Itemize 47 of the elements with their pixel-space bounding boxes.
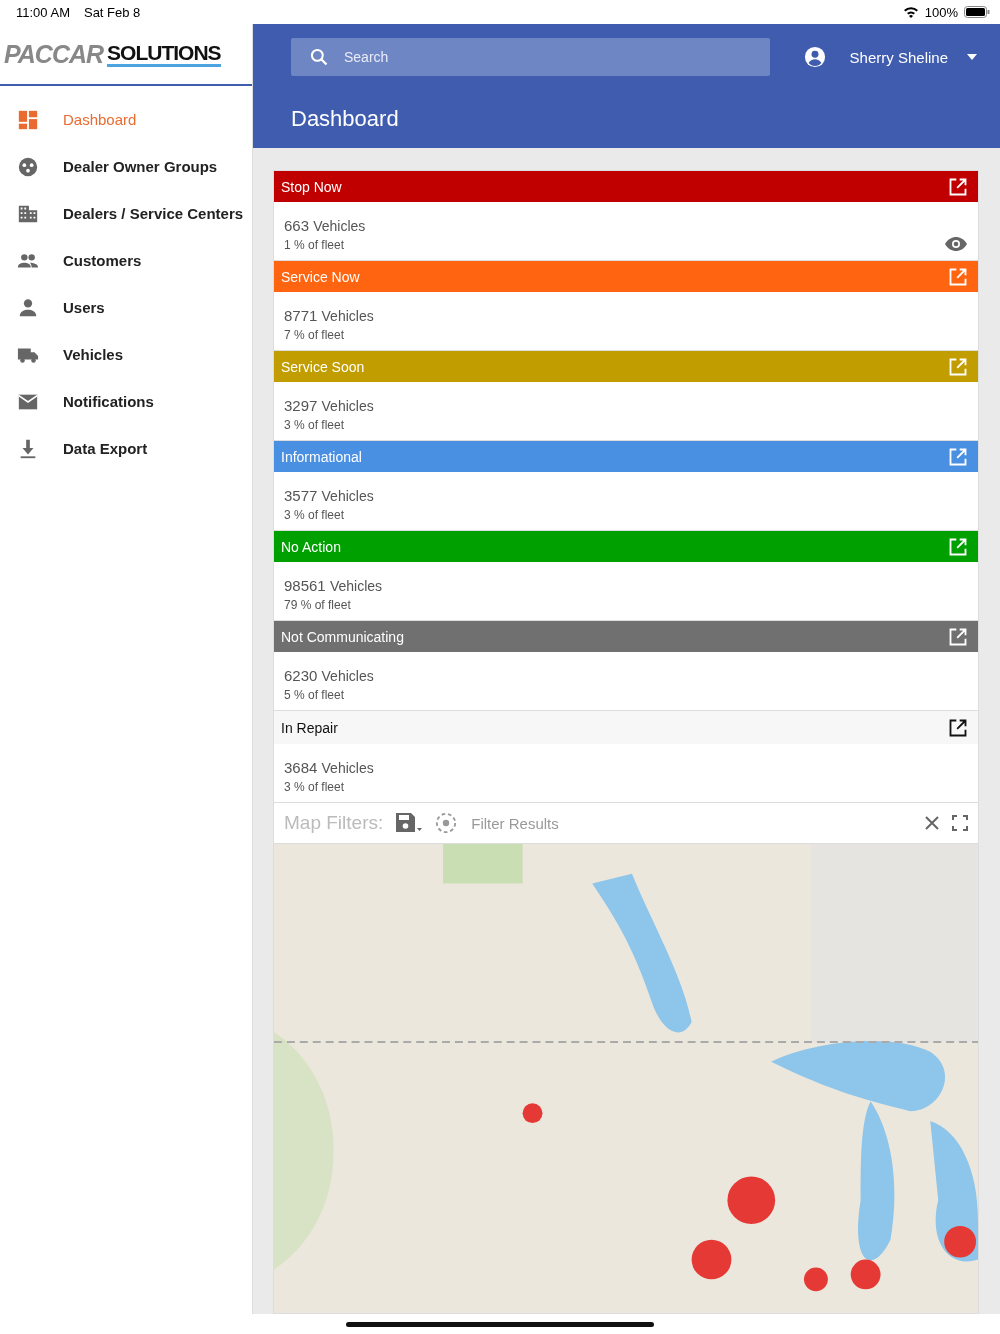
open-external-icon[interactable] [948, 176, 968, 197]
fleet-share: 79 % of fleet [284, 598, 352, 612]
location-icon[interactable] [435, 812, 458, 834]
save-icon[interactable] [395, 812, 424, 834]
status-header[interactable]: In Repair [274, 711, 978, 744]
fleet-share: 3 % of fleet [284, 780, 346, 794]
eye-icon[interactable] [944, 236, 968, 252]
fleet-share: 5 % of fleet [284, 688, 346, 702]
status-time: 11:00 AM [16, 4, 70, 20]
vehicle-count: 98561 Vehicles [284, 577, 383, 594]
status-header[interactable]: Stop Now [274, 171, 978, 202]
sidebar-item[interactable]: Users [0, 284, 252, 331]
battery-icon [964, 6, 990, 18]
sidebar-item[interactable]: Dealer Owner Groups [0, 143, 252, 190]
search-icon [309, 47, 329, 67]
search-field[interactable]: Search [291, 38, 770, 76]
sidebar-item[interactable]: Vehicles [0, 331, 252, 378]
account-icon [803, 46, 826, 68]
vehicle-count: 3684 Vehicles [284, 759, 374, 776]
vehicle-count: 6230 Vehicles [284, 667, 374, 684]
fleet-share: 7 % of fleet [284, 328, 346, 342]
dashboard-icon [17, 108, 39, 131]
close-icon[interactable] [924, 815, 940, 831]
user-menu[interactable]: Sherry Sheline [803, 46, 978, 68]
caret-icon [966, 53, 978, 61]
open-external-icon[interactable] [948, 717, 968, 738]
vehicle-count: 3297 Vehicles [284, 397, 374, 414]
wifi-icon [902, 6, 919, 18]
palette-icon [17, 155, 39, 178]
sidebar-item[interactable]: Dealers / Service Centers [0, 190, 252, 237]
status-date: Sat Feb 8 [83, 4, 141, 20]
battery-percent: 100% [924, 4, 958, 20]
page-title: Dashboard [291, 106, 400, 132]
fleet-share: 1 % of fleet [284, 238, 346, 252]
fullscreen-icon[interactable] [952, 815, 968, 831]
vehicle-count: 663 Vehicles [284, 217, 366, 234]
fleet-share: 3 % of fleet [284, 508, 346, 522]
sidebar-item[interactable]: Data Export [0, 425, 252, 472]
fleet-share: 3 % of fleet [284, 418, 346, 432]
logo: PACCAR SOLUTIONS [0, 24, 252, 86]
status-header[interactable]: Not Communicating [274, 621, 978, 652]
person-icon [17, 296, 39, 319]
sidebar-item[interactable]: Notifications [0, 378, 252, 425]
map-filters-label: Map Filters: [284, 812, 384, 834]
vehicle-count: 3577 Vehicles [284, 487, 374, 504]
sidebar-item[interactable]: Customers [0, 237, 252, 284]
vehicle-count: 8771 Vehicles [284, 307, 374, 324]
